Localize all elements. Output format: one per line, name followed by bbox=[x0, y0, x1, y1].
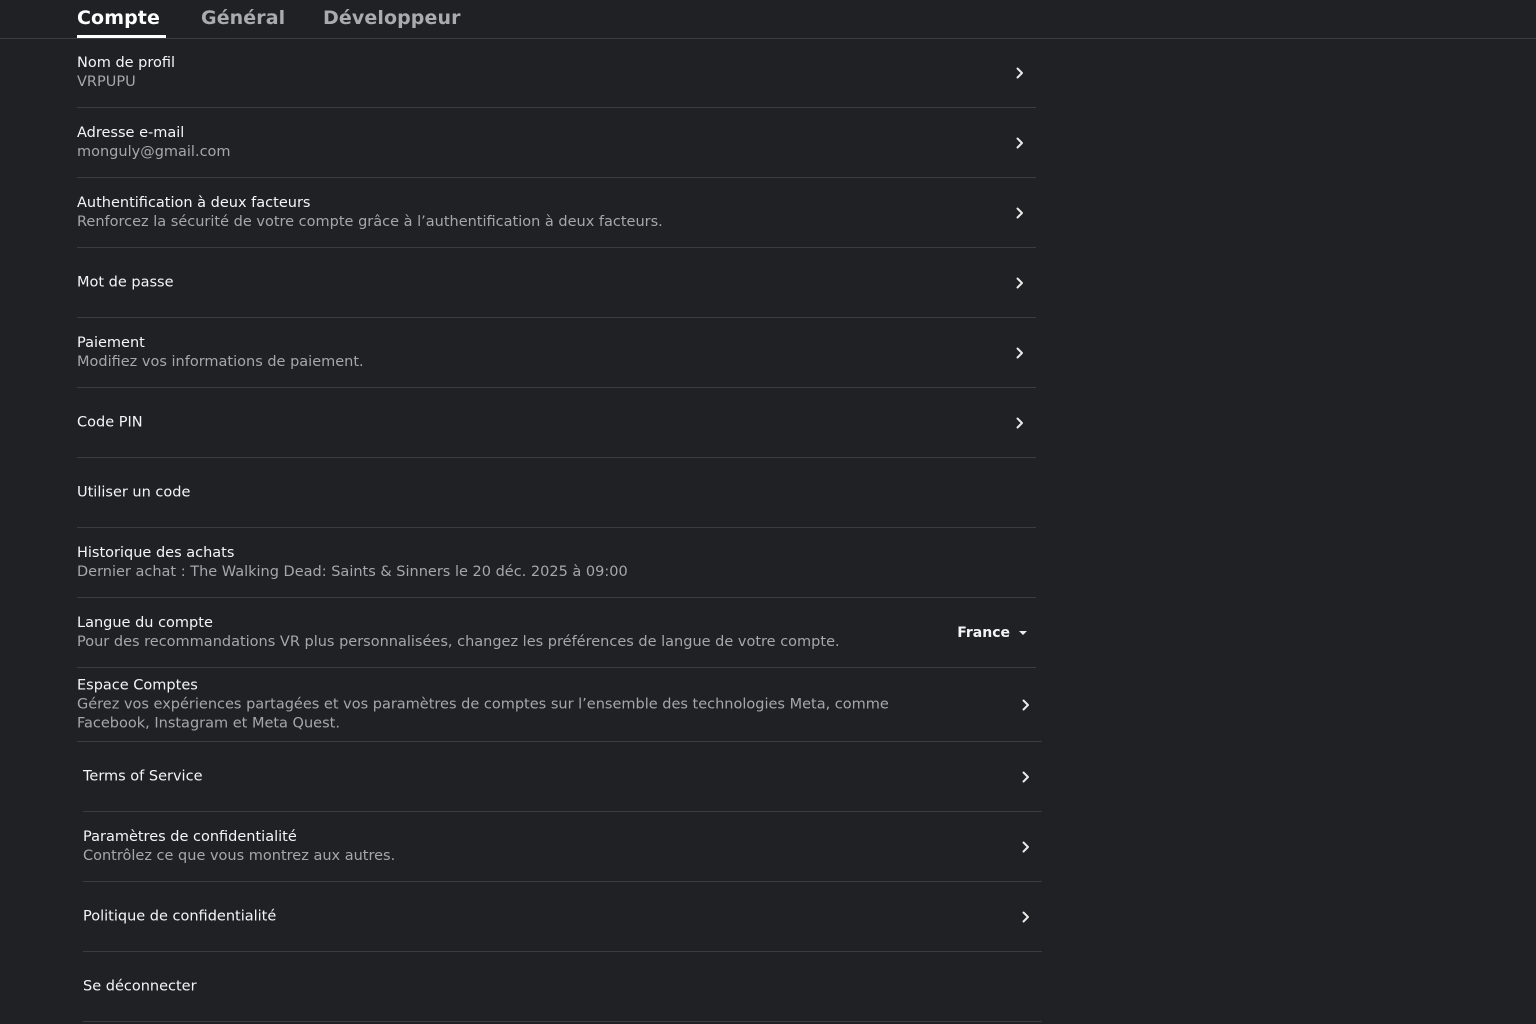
row-subtitle: monguly@gmail.com bbox=[77, 143, 231, 160]
row-redeem-code[interactable]: Utiliser un code bbox=[77, 458, 1036, 528]
row-title: Terms of Service bbox=[83, 768, 203, 784]
chevron-right-icon bbox=[1016, 137, 1023, 148]
tab-developpeur[interactable]: Développeur bbox=[323, 7, 461, 29]
row-privacy-settings[interactable]: Paramètres de confidentialité Contrôlez … bbox=[83, 812, 1042, 882]
row-title: Espace Comptes bbox=[77, 677, 198, 693]
row-password[interactable]: Mot de passe bbox=[77, 248, 1036, 318]
row-payment[interactable]: Paiement Modifiez vos informations de pa… bbox=[77, 318, 1036, 388]
row-title: Code PIN bbox=[77, 414, 143, 430]
row-title: Utiliser un code bbox=[77, 484, 191, 500]
chevron-right-icon bbox=[1016, 67, 1023, 78]
row-title: Langue du compte bbox=[77, 614, 213, 631]
row-privacy-policy[interactable]: Politique de confidentialité bbox=[83, 882, 1042, 952]
caret-down-icon bbox=[1019, 630, 1027, 635]
tab-compte[interactable]: Compte bbox=[77, 7, 160, 29]
row-subtitle: Modifiez vos informations de paiement. bbox=[77, 353, 364, 370]
row-pin[interactable]: Code PIN bbox=[77, 388, 1036, 458]
row-title: Paramètres de confidentialité bbox=[83, 828, 297, 845]
row-title: Politique de confidentialité bbox=[83, 908, 277, 924]
row-terms-of-service[interactable]: Terms of Service bbox=[83, 742, 1042, 812]
row-title: Se déconnecter bbox=[83, 978, 197, 994]
chevron-right-icon bbox=[1022, 911, 1029, 922]
row-email[interactable]: Adresse e-mail monguly@gmail.com bbox=[77, 108, 1036, 178]
row-subtitle: VRPUPU bbox=[77, 73, 136, 90]
chevron-right-icon bbox=[1016, 207, 1023, 218]
chevron-right-icon bbox=[1022, 771, 1029, 782]
row-subtitle: Dernier achat : The Walking Dead: Saints… bbox=[77, 563, 628, 580]
chevron-right-icon bbox=[1022, 699, 1029, 710]
row-title: Mot de passe bbox=[77, 274, 174, 290]
language-value: France bbox=[957, 624, 1010, 641]
row-accounts-center[interactable]: Espace Comptes Gérez vos expériences par… bbox=[77, 668, 1042, 742]
row-title: Paiement bbox=[77, 334, 145, 351]
language-dropdown[interactable]: France bbox=[957, 625, 1028, 641]
row-subtitle: Gérez vos expériences partagées et vos p… bbox=[77, 696, 889, 731]
row-subtitle: Contrôlez ce que vous montrez aux autres… bbox=[83, 847, 396, 864]
row-title: Historique des achats bbox=[77, 544, 235, 561]
tab-general[interactable]: Général bbox=[201, 7, 285, 29]
chevron-right-icon bbox=[1016, 347, 1023, 358]
row-purchase-history[interactable]: Historique des achats Dernier achat : Th… bbox=[77, 528, 1036, 598]
row-subtitle: Pour des recommandations VR plus personn… bbox=[77, 633, 840, 650]
row-title: Adresse e-mail bbox=[77, 124, 185, 141]
row-account-language: Langue du compte Pour des recommandation… bbox=[77, 598, 1036, 668]
row-title: Nom de profil bbox=[77, 54, 176, 71]
row-subtitle: Renforcez la sécurité de votre compte gr… bbox=[77, 213, 663, 230]
row-profile-name[interactable]: Nom de profil VRPUPU bbox=[77, 38, 1036, 108]
chevron-right-icon bbox=[1016, 277, 1023, 288]
row-two-factor[interactable]: Authentification à deux facteurs Renforc… bbox=[77, 178, 1036, 248]
chevron-right-icon bbox=[1016, 417, 1023, 428]
chevron-right-icon bbox=[1022, 841, 1029, 852]
row-title: Authentification à deux facteurs bbox=[77, 194, 311, 211]
row-logout[interactable]: Se déconnecter bbox=[83, 952, 1042, 1022]
tab-bar: Compte Général Développeur bbox=[0, 0, 1536, 39]
